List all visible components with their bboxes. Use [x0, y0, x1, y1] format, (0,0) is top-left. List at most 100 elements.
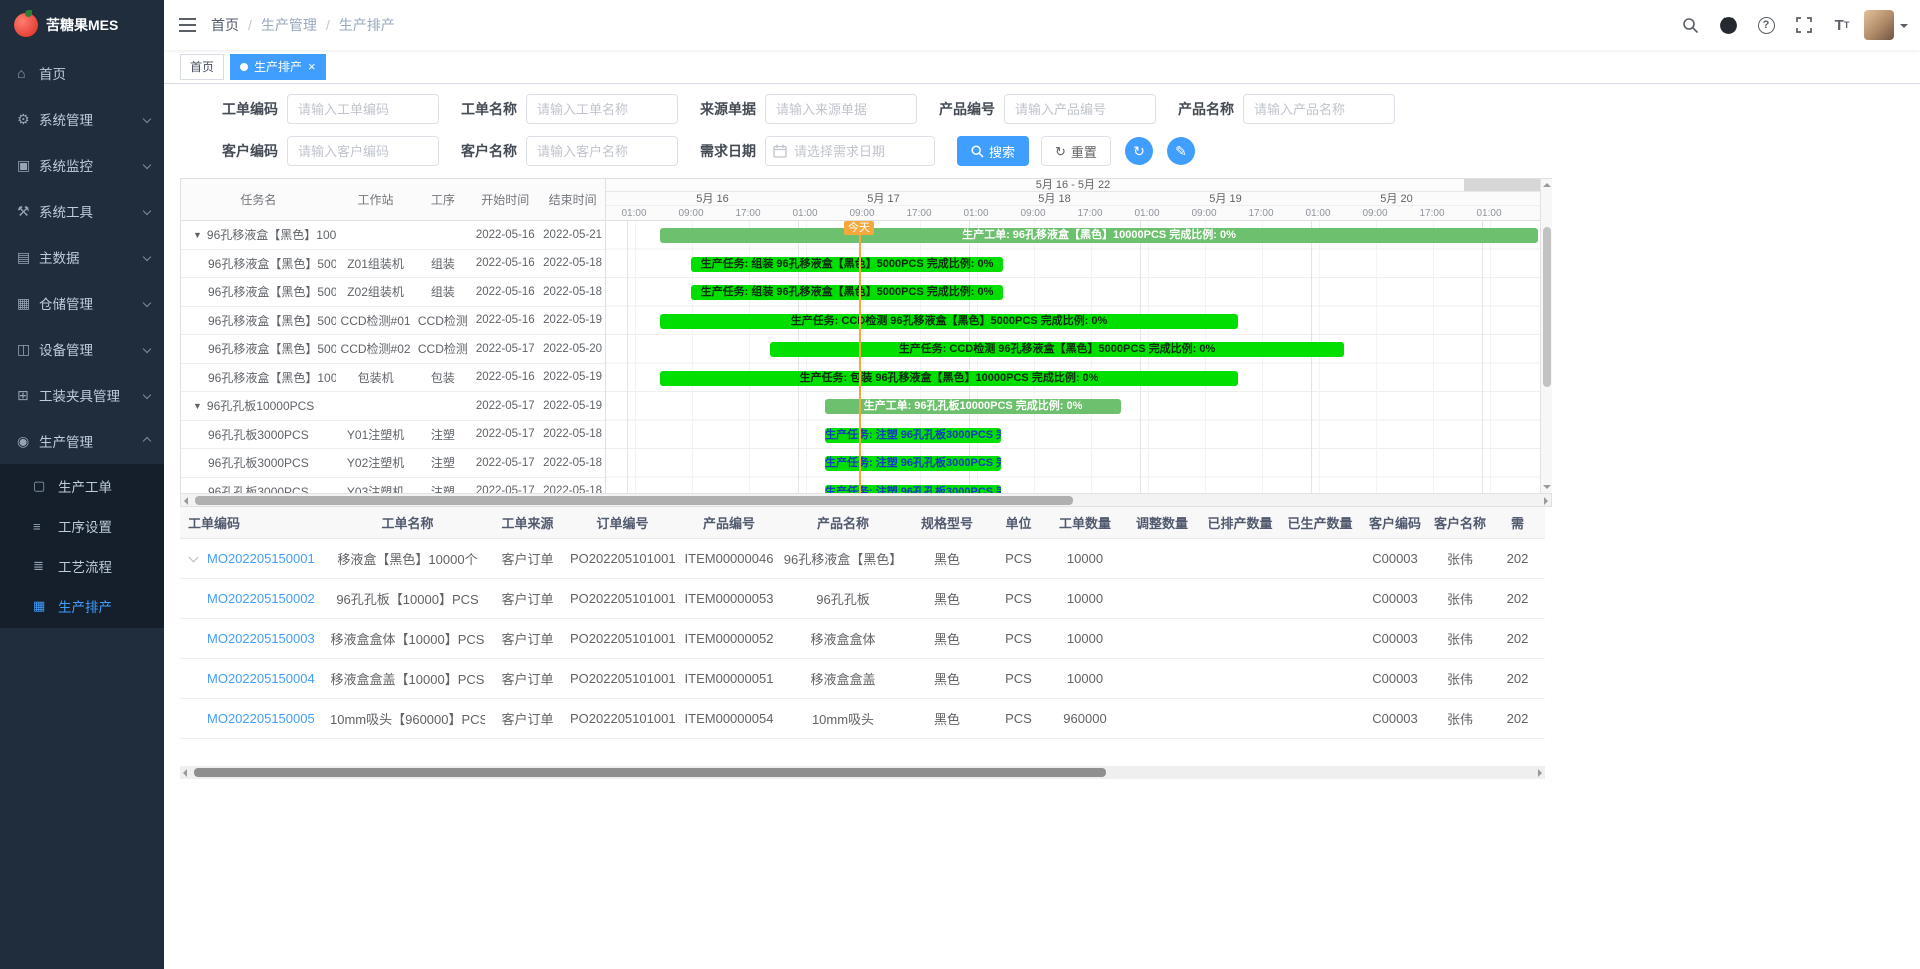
table-column-header[interactable]: 工单来源 [485, 513, 570, 532]
gantt-horizontal-scrollbar[interactable] [181, 493, 1551, 506]
workorder-link[interactable]: MO202205150005 [207, 711, 315, 726]
gantt-process: CCD检测 [415, 312, 470, 329]
github-icon[interactable] [1712, 8, 1744, 42]
table-column-header[interactable]: 规格型号 [903, 513, 991, 532]
sidebar-item-production-management[interactable]: ◉生产管理 [0, 418, 164, 464]
sidebar-item-system-tools[interactable]: ⚒系统工具 [0, 188, 164, 234]
scroll-left-arrow-icon[interactable] [184, 497, 188, 505]
search-button[interactable]: 搜索 [957, 136, 1029, 166]
sidebar-item-production-scheduling[interactable]: ▦生产排产 [0, 586, 164, 626]
sidebar-item-system-management[interactable]: ⚙系统管理 [0, 96, 164, 142]
product-code-input[interactable] [1004, 94, 1156, 124]
sidebar-item-process-settings[interactable]: ≡工序设置 [0, 506, 164, 546]
sidebar-item-home[interactable]: ⌂首页 [0, 50, 164, 96]
edit-round-button[interactable]: ✎ [1167, 137, 1195, 165]
table-row[interactable]: MO202205150001移液盒【黑色】10000个客户订单PO2022051… [180, 539, 1545, 579]
table-column-header[interactable]: 已生产数量 [1280, 513, 1360, 532]
scrollbar-thumb[interactable] [1543, 227, 1551, 387]
table-row[interactable]: MO202205150003移液盒盒体【10000】PCS客户订单PO20220… [180, 619, 1545, 659]
workorder-code-input[interactable] [287, 94, 439, 124]
sidebar-item-system-monitor[interactable]: ▣系统监控 [0, 142, 164, 188]
sidebar-item-equipment-management[interactable]: ◫设备管理 [0, 326, 164, 372]
gantt-task-bar[interactable]: 生产任务: 组装 96孔移液盒【黑色】5000PCS 完成比例: 0% [691, 285, 1003, 300]
sidebar-item-master-data[interactable]: ▤主数据 [0, 234, 164, 280]
expand-chevron-icon[interactable] [189, 552, 199, 562]
workorder-link[interactable]: MO202205150003 [207, 631, 315, 646]
gantt-task-row[interactable]: 96孔孔板3000PCSY01注塑机注塑2022-05-172022-05-18 [181, 421, 605, 450]
table-column-header[interactable]: 工单数量 [1046, 513, 1124, 532]
scroll-right-arrow-icon[interactable] [1538, 769, 1542, 777]
table-column-header[interactable]: 单位 [991, 513, 1046, 532]
tab-production-scheduling[interactable]: 生产排产 × [230, 54, 326, 80]
table-column-header[interactable]: 调整数量 [1124, 513, 1200, 532]
help-icon[interactable]: ? [1750, 8, 1782, 42]
gantt-task-row[interactable]: 96孔移液盒【黑色】5000PCSZ01组装机组装2022-05-162022-… [181, 250, 605, 279]
source-doc-input[interactable] [765, 94, 917, 124]
scroll-down-arrow-icon[interactable] [1543, 485, 1551, 489]
gantt-task-bar[interactable]: 生产任务: 注塑 96孔孔板3000PCS 完成比例: 0% [825, 456, 1001, 471]
table-column-header[interactable]: 工单编码 [180, 513, 330, 532]
table-column-header[interactable]: 订单编号 [570, 513, 675, 532]
scroll-left-arrow-icon[interactable] [183, 769, 187, 777]
customer-name-input[interactable] [526, 136, 678, 166]
table-column-header[interactable]: 已排产数量 [1200, 513, 1280, 532]
workorder-name-input[interactable] [526, 94, 678, 124]
gantt-task-row[interactable]: 96孔孔板3000PCSY02注塑机注塑2022-05-172022-05-18 [181, 449, 605, 478]
workorder-link[interactable]: MO202205150004 [207, 671, 315, 686]
collapse-triangle-icon[interactable]: ▼ [193, 401, 202, 411]
caret-down-icon[interactable] [1900, 24, 1908, 32]
sidebar-item-production-workorder[interactable]: ▢生产工单 [0, 466, 164, 506]
scrollbar-thumb[interactable] [195, 496, 1073, 505]
workorder-link[interactable]: MO202205150002 [207, 591, 315, 606]
table-column-header[interactable]: 产品编号 [675, 513, 783, 532]
sidebar-item-fixture-management[interactable]: ⊞工装夹具管理 [0, 372, 164, 418]
gantt-workorder-bar[interactable]: 生产工单: 96孔孔板10000PCS 完成比例: 0% [825, 399, 1121, 414]
gantt-task-bar[interactable]: 生产任务: CCD检测 96孔移液盒【黑色】5000PCS 完成比例: 0% [770, 342, 1344, 357]
table-column-header[interactable]: 客户名称 [1430, 513, 1490, 532]
demand-date-input[interactable] [765, 136, 935, 166]
gantt-task-bar[interactable]: 生产任务: 注塑 96孔孔板3000PCS 完成比例: 0% [825, 428, 1001, 443]
gantt-task-bar[interactable]: 生产任务: 包装 96孔移液盒【黑色】10000PCS 完成比例: 0% [660, 371, 1238, 386]
font-size-icon[interactable]: TT [1826, 8, 1858, 42]
table-row[interactable]: MO202205150004移液盒盒盖【10000】PCS客户订单PO20220… [180, 659, 1545, 699]
breadcrumb-home[interactable]: 首页 [211, 15, 239, 35]
hamburger-icon[interactable] [164, 18, 211, 32]
gantt-task-bar[interactable]: 生产任务: CCD检测 96孔移液盒【黑色】5000PCS 完成比例: 0% [660, 314, 1238, 329]
sidebar-item-process-flow[interactable]: ≣工艺流程 [0, 546, 164, 586]
gantt-task-row[interactable]: 96孔移液盒【黑色】5000PCSCCD检测#01CCD检测2022-05-16… [181, 307, 605, 336]
search-icon[interactable] [1674, 8, 1706, 42]
breadcrumb-production-management[interactable]: 生产管理 [261, 15, 317, 35]
gantt-task-row[interactable]: 96孔移液盒【黑色】5000PCSZ02组装机组装2022-05-162022-… [181, 278, 605, 307]
scroll-right-arrow-icon[interactable] [1544, 497, 1548, 505]
refresh-round-button[interactable]: ↻ [1125, 137, 1153, 165]
fullscreen-icon[interactable] [1788, 8, 1820, 42]
customer-code-input[interactable] [287, 136, 439, 166]
close-icon[interactable]: × [308, 60, 316, 73]
scrollbar-thumb[interactable] [194, 768, 1106, 777]
tab-home[interactable]: 首页 [180, 54, 224, 80]
scroll-up-arrow-icon[interactable] [1543, 183, 1551, 187]
gantt-task-row[interactable]: 96孔移液盒【黑色】5000PCSCCD检测#02CCD检测2022-05-17… [181, 335, 605, 364]
gantt-task-row[interactable]: ▼96孔孔板10000PCS2022-05-172022-05-19 [181, 392, 605, 421]
table-column-header[interactable]: 客户编码 [1360, 513, 1430, 532]
gantt-vertical-scrollbar[interactable] [1540, 179, 1552, 493]
product-name-input[interactable] [1243, 94, 1395, 124]
avatar[interactable] [1864, 10, 1894, 40]
sidebar-item-warehouse-management[interactable]: ▦仓储管理 [0, 280, 164, 326]
table-column-header[interactable]: 产品名称 [783, 513, 903, 532]
gantt-task-bar[interactable]: 生产任务: 注塑 96孔孔板3000PCS 完成比例: 0% [825, 485, 1001, 494]
workorder-link[interactable]: MO202205150001 [207, 551, 315, 566]
reset-button[interactable]: ↻ 重置 [1041, 136, 1111, 166]
gantt-task-row[interactable]: ▼96孔移液盒【黑色】10000PCS2022-05-162022-05-21 [181, 221, 605, 250]
table-row[interactable]: MO20220515000510mm吸头【960000】PCS客户订单PO202… [180, 699, 1545, 739]
gantt-task-row[interactable]: 96孔孔板3000PCSY03注塑机注塑2022-05-172022-05-18 [181, 478, 605, 494]
gantt-task-row[interactable]: 96孔移液盒【黑色】10000PCS包装机包装2022-05-162022-05… [181, 364, 605, 393]
table-horizontal-scrollbar[interactable] [180, 766, 1545, 779]
sidebar: 苦糖果MES ⌂首页⚙系统管理▣系统监控⚒系统工具▤主数据▦仓储管理◫设备管理⊞… [0, 0, 164, 969]
table-row[interactable]: MO20220515000296孔孔板【10000】PCS客户订单PO20220… [180, 579, 1545, 619]
gantt-workorder-bar[interactable]: 生产工单: 96孔移液盒【黑色】10000PCS 完成比例: 0% [660, 228, 1538, 243]
table-column-header[interactable]: 工单名称 [330, 513, 485, 532]
gantt-task-bar[interactable]: 生产任务: 组装 96孔移液盒【黑色】5000PCS 完成比例: 0% [691, 257, 1003, 272]
collapse-triangle-icon[interactable]: ▼ [193, 230, 202, 240]
table-column-header[interactable]: 需 [1490, 513, 1545, 532]
